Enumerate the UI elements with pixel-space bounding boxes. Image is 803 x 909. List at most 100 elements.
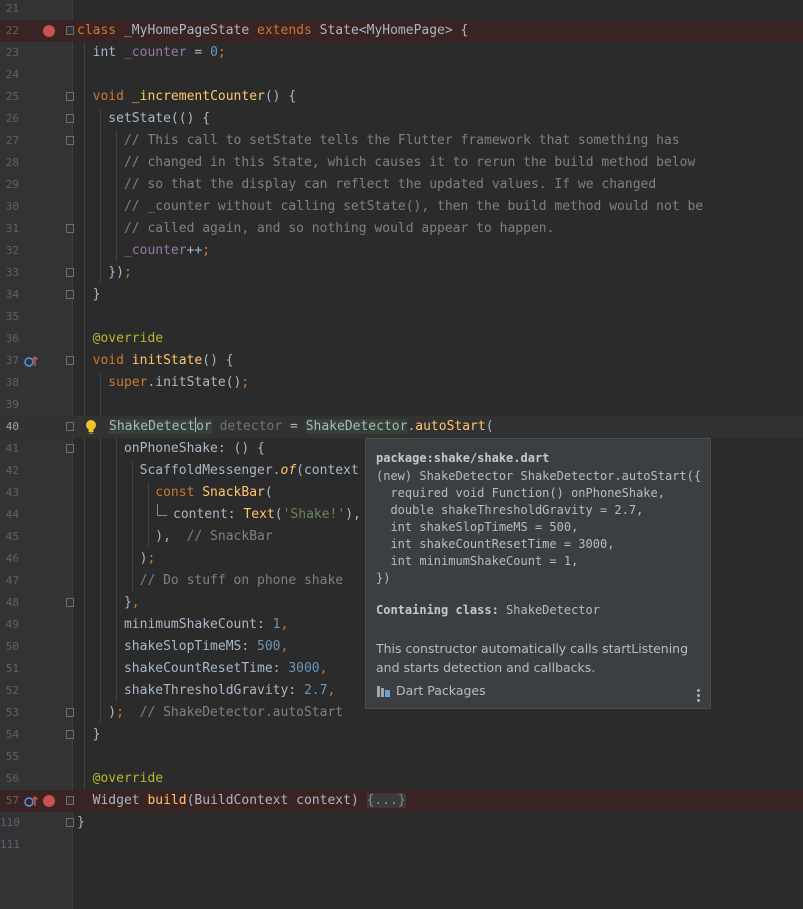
- code-line[interactable]: 111: [0, 834, 803, 856]
- keyword: void: [77, 353, 132, 368]
- breakpoint-icon[interactable]: [43, 795, 55, 807]
- line-number: 47: [5, 574, 19, 587]
- fold-toggle-icon[interactable]: [66, 818, 74, 827]
- fold-toggle-icon[interactable]: [66, 598, 74, 607]
- code-line[interactable]: 39: [0, 394, 803, 416]
- code-line[interactable]: 28 // changed in this State, which cause…: [0, 152, 803, 174]
- comment: // changed in this State, which causes i…: [77, 155, 696, 170]
- fold-toggle-icon[interactable]: [66, 422, 74, 431]
- code-line[interactable]: 37 void initState() {: [0, 350, 803, 372]
- code-text: ShakeDetector detector = ShakeDetector.a…: [109, 416, 494, 438]
- line-number: 35: [5, 310, 19, 323]
- more-options-icon[interactable]: [697, 689, 701, 704]
- code-line[interactable]: 25 void _incrementCounter() {: [0, 86, 803, 108]
- fold-toggle-icon[interactable]: [66, 796, 74, 805]
- code-line[interactable]: 29 // so that the display can reflect th…: [0, 174, 803, 196]
- doc-containing-value[interactable]: ShakeDetector: [499, 603, 600, 617]
- fold-toggle-icon[interactable]: [66, 92, 74, 101]
- code-line[interactable]: 22 class _MyHomePageState extends State<…: [0, 20, 803, 42]
- param-label: minimumShakeCount:: [77, 617, 273, 632]
- fold-toggle-icon[interactable]: [66, 224, 74, 233]
- code-line[interactable]: 54 }: [0, 724, 803, 746]
- code-line[interactable]: 30 // _counter without calling setState(…: [0, 196, 803, 218]
- number-literal: 500: [257, 639, 281, 654]
- type-text: int: [77, 45, 124, 60]
- operator: ++: [186, 243, 203, 258]
- param-label: shakeCountResetTime:: [77, 661, 289, 676]
- code-text: onPhoneShake: () {: [77, 441, 265, 456]
- doc-source[interactable]: Dart Packages: [376, 683, 486, 698]
- code-rest: }: [77, 595, 132, 610]
- code-line[interactable]: 33 });: [0, 262, 803, 284]
- number-literal: 1: [272, 617, 281, 632]
- type-text: ShakeDetect: [109, 419, 196, 434]
- code-rest: () {: [264, 89, 297, 104]
- fold-toggle-icon[interactable]: [66, 114, 74, 123]
- doc-signature: (new) ShakeDetector ShakeDetector.autoSt…: [376, 469, 702, 585]
- keyword: void: [77, 89, 132, 104]
- fold-toggle-icon[interactable]: [66, 444, 74, 453]
- keyword: class: [77, 23, 117, 38]
- fold-toggle-icon[interactable]: [66, 290, 74, 299]
- line-number: 40: [5, 420, 19, 433]
- code-line[interactable]: 32 _counter++;: [0, 240, 803, 262]
- punctuation: ;: [202, 243, 211, 258]
- line-number: 44: [5, 508, 19, 521]
- code-line[interactable]: 26 setState(() {: [0, 108, 803, 130]
- fold-toggle-icon[interactable]: [66, 26, 74, 35]
- code-rest: ): [77, 551, 148, 566]
- code-line[interactable]: 35: [0, 306, 803, 328]
- quick-documentation-popup[interactable]: package:shake/shake.dart (new) ShakeDete…: [365, 438, 711, 709]
- code-line[interactable]: 34 }: [0, 284, 803, 306]
- fold-toggle-icon[interactable]: [66, 730, 74, 739]
- type-text: Widget: [77, 793, 148, 808]
- line-number: 54: [5, 728, 19, 741]
- param-hint-connector: [157, 515, 167, 516]
- code-line[interactable]: 56 @override: [0, 768, 803, 790]
- code-text: ); // ShakeDetector.autoStart: [77, 702, 343, 724]
- doc-containing-label: Containing class:: [376, 603, 499, 617]
- code-text: int _counter = 0;: [77, 42, 226, 64]
- code-line[interactable]: 24: [0, 64, 803, 86]
- fold-toggle-icon[interactable]: [66, 136, 74, 145]
- fold-toggle-icon[interactable]: [66, 268, 74, 277]
- code-line[interactable]: 110 }: [0, 812, 803, 834]
- method-name: build: [147, 793, 187, 808]
- overrides-method-icon[interactable]: [24, 794, 38, 808]
- fold-toggle-icon[interactable]: [66, 708, 74, 717]
- code-line[interactable]: 31 // called again, and so nothing would…: [0, 218, 803, 240]
- folded-code-block[interactable]: {...}: [366, 793, 406, 808]
- code-line[interactable]: 38 super.initState();: [0, 372, 803, 394]
- code-text: }: [77, 727, 101, 742]
- number-literal: 3000: [288, 661, 320, 676]
- comment: // _counter without calling setState(), …: [77, 199, 704, 214]
- punctuation: ;: [241, 375, 250, 390]
- code-text: super.initState();: [77, 372, 249, 394]
- code-line[interactable]: 23 int _counter = 0;: [0, 42, 803, 64]
- breakpoint-icon[interactable]: [43, 25, 55, 37]
- lightbulb-icon[interactable]: [84, 419, 98, 435]
- code-line[interactable]: 21: [0, 0, 803, 20]
- code-line[interactable]: 27 // This call to setState tells the Fl…: [0, 130, 803, 152]
- code-line[interactable]: 36 @override: [0, 328, 803, 350]
- doc-package-name: package:shake/shake.dart: [376, 451, 550, 465]
- param-label: shakeThresholdGravity:: [77, 683, 304, 698]
- code-text: }: [77, 287, 101, 302]
- code-line[interactable]: 57 Widget build(BuildContext context) {.…: [0, 790, 803, 812]
- annotation: @override: [77, 771, 164, 786]
- line-number: 22: [5, 24, 19, 37]
- punctuation: ,: [280, 617, 289, 632]
- fold-toggle-icon[interactable]: [66, 356, 74, 365]
- comment: // so that the display can reflect the u…: [77, 177, 657, 192]
- comment: // ShakeDetector.autoStart: [123, 705, 344, 720]
- code-text: class _MyHomePageState extends State<MyH…: [77, 20, 468, 42]
- punctuation: (: [274, 507, 283, 522]
- code-line-current[interactable]: 40 ShakeDetector detector = ShakeDetecto…: [0, 416, 803, 438]
- line-number: 49: [5, 618, 19, 631]
- code-text: content: Text('Shake!'),: [173, 504, 361, 526]
- line-number: 27: [5, 134, 19, 147]
- class-name: SnackBar: [202, 485, 265, 500]
- line-number: 46: [5, 552, 19, 565]
- code-line[interactable]: 55: [0, 746, 803, 768]
- overrides-method-icon[interactable]: [24, 354, 38, 368]
